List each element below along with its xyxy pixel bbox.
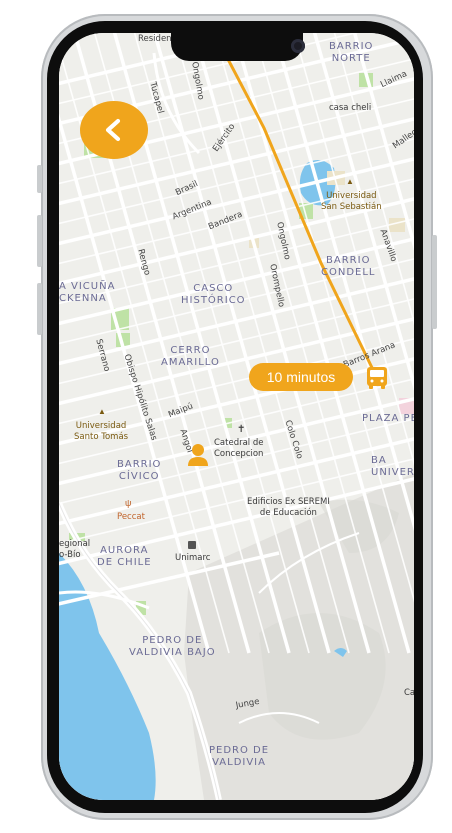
university-icon: ▲ [346, 177, 354, 186]
poi-unimarc[interactable]: Unimarc [175, 553, 210, 564]
church-icon: ✝ [237, 424, 246, 435]
poi-catedral[interactable]: Catedral de Concepcion [214, 438, 264, 460]
district-label: BARRIO CONDELL [321, 255, 376, 278]
chevron-left-icon [105, 118, 121, 142]
poi-ca[interactable]: Ca [404, 688, 414, 699]
poi-universidad-san-sebastian[interactable]: Universidad San Sebastián [321, 191, 382, 213]
poi-edificios-seremi[interactable]: Edificios Ex SEREMI de Educación [247, 497, 330, 519]
poi-peccat[interactable]: Peccat [117, 512, 145, 523]
phone-side-button-left-1 [37, 165, 42, 193]
phone-side-button-left-3 [37, 283, 42, 335]
district-label: CASCO HISTÓRICO [181, 283, 246, 306]
back-button[interactable] [80, 101, 148, 159]
district-label: BARRIO CÍVICO [117, 459, 162, 482]
poi-regional-biobio[interactable]: egional o-Bío [59, 539, 90, 561]
camera-icon [291, 39, 305, 53]
district-label: PEDRO DE VALDIVIA BAJO [129, 635, 216, 658]
phone-notch [171, 33, 305, 61]
university-icon: ▲ [98, 407, 106, 416]
shopping-icon [188, 541, 196, 549]
poi-casa-cheli[interactable]: casa cheli [329, 103, 371, 114]
district-label: PEDRO DE VALDIVIA [209, 745, 270, 768]
bus-icon[interactable] [366, 366, 388, 390]
phone-side-button-left-2 [37, 215, 42, 267]
district-label: BA UNIVER [371, 455, 414, 478]
poi-universidad-santo-tomas[interactable]: Universidad Santo Tomás [74, 421, 128, 443]
district-label: A VICUÑA CKENNA [59, 281, 116, 304]
restaurant-icon: ψ [125, 498, 132, 508]
district-label: CERRO AMARILLO [161, 345, 220, 368]
district-label: BARRIO NORTE [329, 41, 374, 64]
map-screen[interactable]: BARRIO NORTE BARRIO CONDELL CASCO HISTÓR… [59, 33, 414, 800]
phone-side-button-right [432, 235, 437, 329]
district-label: AURORA DE CHILE [97, 545, 152, 568]
person-icon[interactable] [187, 443, 209, 467]
eta-badge: 10 minutos [249, 363, 353, 391]
district-label: PLAZA PE [362, 413, 414, 424]
street-label: Residen [138, 34, 172, 44]
